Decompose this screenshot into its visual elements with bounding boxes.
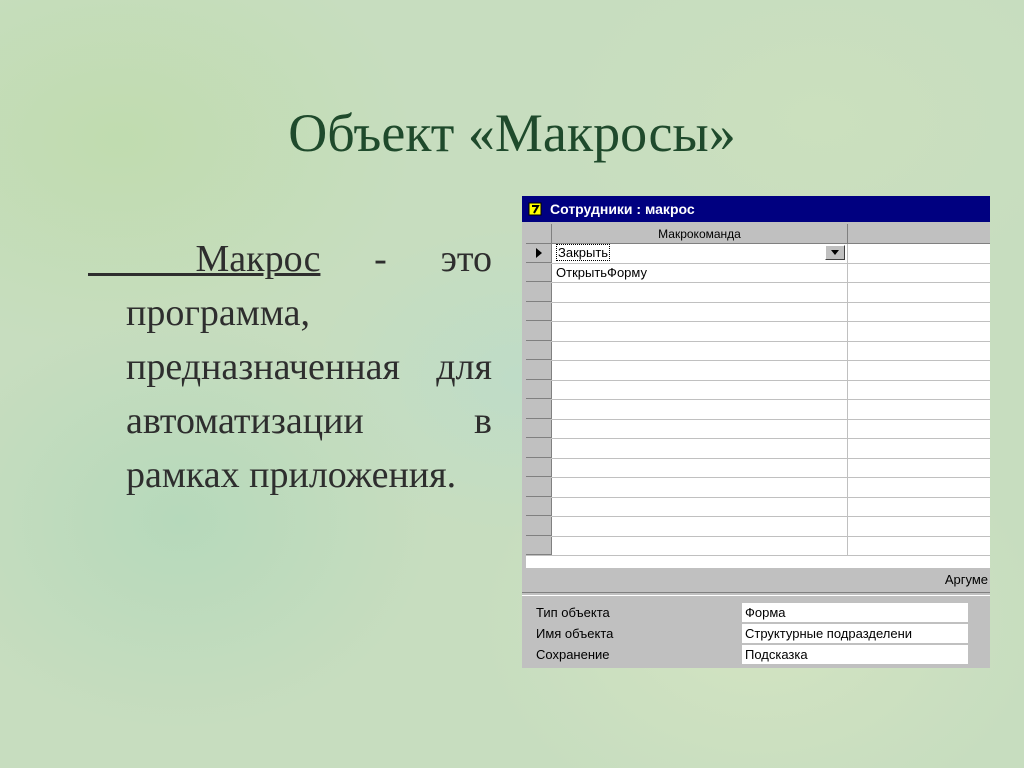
action-cell[interactable]: Закрыть bbox=[552, 244, 848, 263]
body-term: Макрос bbox=[195, 238, 321, 280]
action-cell[interactable] bbox=[552, 302, 848, 321]
macro-row[interactable] bbox=[526, 439, 990, 459]
comment-cell[interactable] bbox=[848, 342, 990, 361]
slide-body: Макрос - это программа, предназначенная … bbox=[126, 232, 492, 502]
grid-header: Макрокоманда bbox=[526, 224, 990, 244]
row-selector[interactable] bbox=[526, 400, 552, 419]
comment-cell[interactable] bbox=[848, 264, 990, 283]
column-header-comment[interactable] bbox=[848, 224, 990, 243]
row-selector[interactable] bbox=[526, 497, 552, 516]
macro-row[interactable] bbox=[526, 517, 990, 537]
argument-value-field[interactable]: Структурные подразделени bbox=[742, 624, 968, 643]
window-title: Сотрудники : макрос bbox=[550, 201, 695, 217]
macro-row[interactable] bbox=[526, 283, 990, 303]
macro-grid: Макрокоманда Закрыть ОткрытьФорму bbox=[526, 224, 990, 568]
action-cell[interactable] bbox=[552, 341, 848, 360]
comment-cell[interactable] bbox=[848, 478, 990, 497]
comment-cell[interactable] bbox=[848, 420, 990, 439]
action-cell[interactable] bbox=[552, 380, 848, 399]
macro-icon bbox=[528, 202, 542, 216]
macro-row[interactable] bbox=[526, 458, 990, 478]
macro-row[interactable] bbox=[526, 302, 990, 322]
macro-row[interactable] bbox=[526, 478, 990, 498]
action-cell[interactable] bbox=[552, 458, 848, 477]
action-cell[interactable] bbox=[552, 478, 848, 497]
macro-row[interactable] bbox=[526, 419, 990, 439]
macro-row[interactable] bbox=[526, 322, 990, 342]
action-cell[interactable]: ОткрытьФорму bbox=[552, 263, 848, 282]
comment-cell[interactable] bbox=[848, 439, 990, 458]
argument-value-field[interactable]: Форма bbox=[742, 603, 968, 622]
action-cell[interactable] bbox=[552, 400, 848, 419]
comment-cell[interactable] bbox=[848, 517, 990, 536]
row-selector[interactable] bbox=[526, 283, 552, 302]
row-selector[interactable] bbox=[526, 361, 552, 380]
comment-cell[interactable] bbox=[848, 303, 990, 322]
argument-label: Сохранение bbox=[536, 647, 610, 662]
action-cell[interactable] bbox=[552, 283, 848, 302]
row-selector[interactable] bbox=[526, 536, 552, 555]
macro-row[interactable]: Закрыть bbox=[526, 244, 990, 264]
argument-row: Тип объекта Форма bbox=[536, 602, 990, 623]
window-titlebar[interactable]: Сотрудники : макрос bbox=[522, 196, 990, 222]
macro-row[interactable] bbox=[526, 380, 990, 400]
row-selector[interactable] bbox=[526, 439, 552, 458]
argument-row: Сохранение Подсказка bbox=[536, 644, 990, 665]
row-selector[interactable] bbox=[526, 244, 552, 263]
comment-cell[interactable] bbox=[848, 537, 990, 556]
action-cell[interactable] bbox=[552, 517, 848, 536]
comment-cell[interactable] bbox=[848, 322, 990, 341]
row-selector[interactable] bbox=[526, 341, 552, 360]
action-text: Закрыть bbox=[556, 244, 611, 261]
action-cell[interactable] bbox=[552, 497, 848, 516]
arguments-label: Аргуме bbox=[944, 572, 988, 587]
comment-cell[interactable] bbox=[848, 283, 990, 302]
arguments-divider bbox=[522, 592, 990, 596]
row-selector[interactable] bbox=[526, 517, 552, 536]
row-selector[interactable] bbox=[526, 263, 552, 282]
row-selector[interactable] bbox=[526, 380, 552, 399]
macro-row[interactable] bbox=[526, 497, 990, 517]
macro-row[interactable] bbox=[526, 536, 990, 556]
comment-cell[interactable] bbox=[848, 361, 990, 380]
slide-title: Объект «Макросы» bbox=[288, 103, 736, 163]
action-cell[interactable] bbox=[552, 439, 848, 458]
column-header-action[interactable]: Макрокоманда bbox=[552, 224, 848, 243]
body-lead-spacing bbox=[88, 238, 196, 280]
macro-window: Сотрудники : макрос Макрокоманда Закрыть… bbox=[522, 196, 990, 668]
row-selector[interactable] bbox=[526, 458, 552, 477]
argument-label: Имя объекта bbox=[536, 626, 614, 641]
action-cell[interactable] bbox=[552, 536, 848, 555]
row-selector[interactable] bbox=[526, 302, 552, 321]
comment-cell[interactable] bbox=[848, 459, 990, 478]
row-selector[interactable] bbox=[526, 478, 552, 497]
comment-cell[interactable] bbox=[848, 381, 990, 400]
argument-row: Имя объекта Структурные подразделени bbox=[536, 623, 990, 644]
comment-cell[interactable] bbox=[848, 498, 990, 517]
grid-rows: Закрыть ОткрытьФорму bbox=[526, 244, 990, 556]
comment-cell[interactable] bbox=[848, 400, 990, 419]
action-text: ОткрытьФорму bbox=[556, 264, 647, 280]
argument-value-field[interactable]: Подсказка bbox=[742, 645, 968, 664]
macro-row[interactable] bbox=[526, 400, 990, 420]
action-dropdown-button[interactable] bbox=[825, 245, 845, 260]
row-selector[interactable] bbox=[526, 419, 552, 438]
comment-cell[interactable] bbox=[848, 244, 990, 263]
action-cell[interactable] bbox=[552, 419, 848, 438]
current-row-arrow-icon bbox=[535, 247, 542, 258]
action-cell[interactable] bbox=[552, 322, 848, 341]
argument-label: Тип объекта bbox=[536, 605, 610, 620]
row-selector[interactable] bbox=[526, 322, 552, 341]
header-selector bbox=[526, 224, 552, 243]
macro-row[interactable]: ОткрытьФорму bbox=[526, 263, 990, 283]
macro-row[interactable] bbox=[526, 361, 990, 381]
action-cell[interactable] bbox=[552, 361, 848, 380]
macro-row[interactable] bbox=[526, 341, 990, 361]
arguments-panel: Тип объекта Форма Имя объекта Структурные п… bbox=[536, 602, 990, 665]
chevron-down-icon bbox=[831, 250, 839, 255]
